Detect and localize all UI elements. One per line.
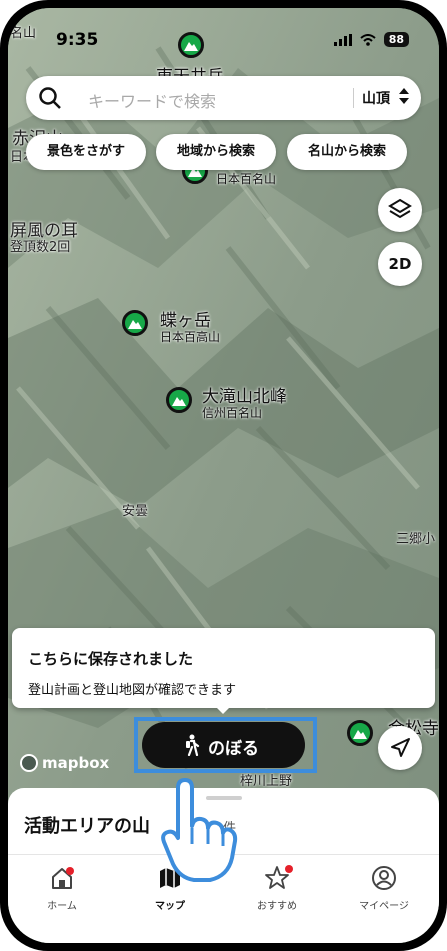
- map-label-top-left: 名山: [10, 26, 37, 41]
- mountain-icon: [353, 730, 367, 739]
- search-icon: [39, 87, 61, 109]
- tab-recommend[interactable]: おすすめ: [237, 865, 317, 912]
- peak-pin[interactable]: [347, 720, 373, 746]
- tooltip-title: こちらに保存されました: [28, 650, 194, 668]
- tooltip-body: 登山計画と登山地図が確認できます: [28, 683, 237, 698]
- user-icon: [372, 866, 396, 890]
- peak-pin[interactable]: [166, 387, 192, 413]
- tab-home-label: ホーム: [47, 901, 77, 912]
- phone-frame: 9:35 88 名山 赤沢山 日本百 屏風の耳 登頂数2回 安曇 三郷小 梓川上…: [0, 0, 447, 951]
- peak-subtitle: 日本百高山: [160, 330, 221, 344]
- tap-hand-icon: [161, 778, 238, 882]
- view-2d-toggle[interactable]: 2D: [378, 242, 422, 286]
- peak-pin[interactable]: [122, 310, 148, 336]
- wifi-icon: [360, 33, 376, 46]
- tab-map-label: マップ: [155, 901, 185, 912]
- climb-button[interactable]: のぼる: [142, 722, 305, 768]
- layers-icon: [388, 198, 412, 219]
- app-screen: 9:35 88 名山 赤沢山 日本百 屏風の耳 登頂数2回 安曇 三郷小 梓川上…: [8, 8, 439, 943]
- status-icons: 88: [333, 32, 409, 47]
- tab-recommend-label: おすすめ: [257, 901, 297, 912]
- divider: [353, 88, 354, 108]
- peak-subtitle: 信州百名山: [202, 406, 263, 420]
- tooltip-tail: [215, 706, 231, 714]
- peak-pin[interactable]: [178, 32, 204, 58]
- mapbox-logo-icon: [20, 754, 38, 772]
- tab-home[interactable]: ホーム: [22, 865, 102, 912]
- sort-updown-icon[interactable]: [398, 86, 410, 106]
- location-arrow-icon: [391, 738, 410, 757]
- tab-mypage-label: マイページ: [359, 901, 409, 912]
- current-location-button[interactable]: [378, 726, 422, 770]
- signal-icon: [333, 33, 352, 46]
- saved-tooltip: こちらに保存されました 登山計画と登山地図が確認できます: [12, 628, 435, 714]
- recommend-badge: [285, 865, 293, 873]
- chip-scenery-search[interactable]: 景色をさがす: [26, 134, 146, 170]
- status-time: 9:35: [56, 30, 99, 50]
- map-label-sango: 三郷小: [396, 532, 436, 547]
- search-bar[interactable]: キーワードで検索 山頂: [26, 76, 421, 120]
- status-bar: 9:35 88: [8, 30, 439, 60]
- sheet-title: 活動エリアの山: [24, 816, 150, 837]
- climb-button-label: のぼる: [208, 739, 259, 759]
- search-input[interactable]: キーワードで検索: [88, 88, 216, 112]
- chip-region-search[interactable]: 地域から検索: [156, 134, 276, 170]
- chip-famous-mountain-search[interactable]: 名山から検索: [287, 134, 407, 170]
- battery-indicator: 88: [383, 32, 409, 47]
- mountain-icon: [184, 42, 198, 51]
- layers-button[interactable]: [378, 188, 422, 232]
- home-badge: [66, 867, 74, 875]
- tab-mypage[interactable]: マイページ: [344, 865, 424, 912]
- mountain-icon: [172, 397, 186, 406]
- search-filter-select[interactable]: 山頂: [362, 88, 390, 108]
- hiker-icon: [186, 734, 200, 756]
- mapbox-attribution: mapbox: [20, 754, 109, 772]
- map-label-byobu-sub: 登頂数2回: [10, 240, 71, 255]
- mountain-icon: [128, 320, 142, 329]
- mapbox-text: mapbox: [42, 754, 110, 772]
- peak-subtitle: 日本百名山: [216, 172, 277, 186]
- map-label-azumi: 安曇: [122, 504, 149, 519]
